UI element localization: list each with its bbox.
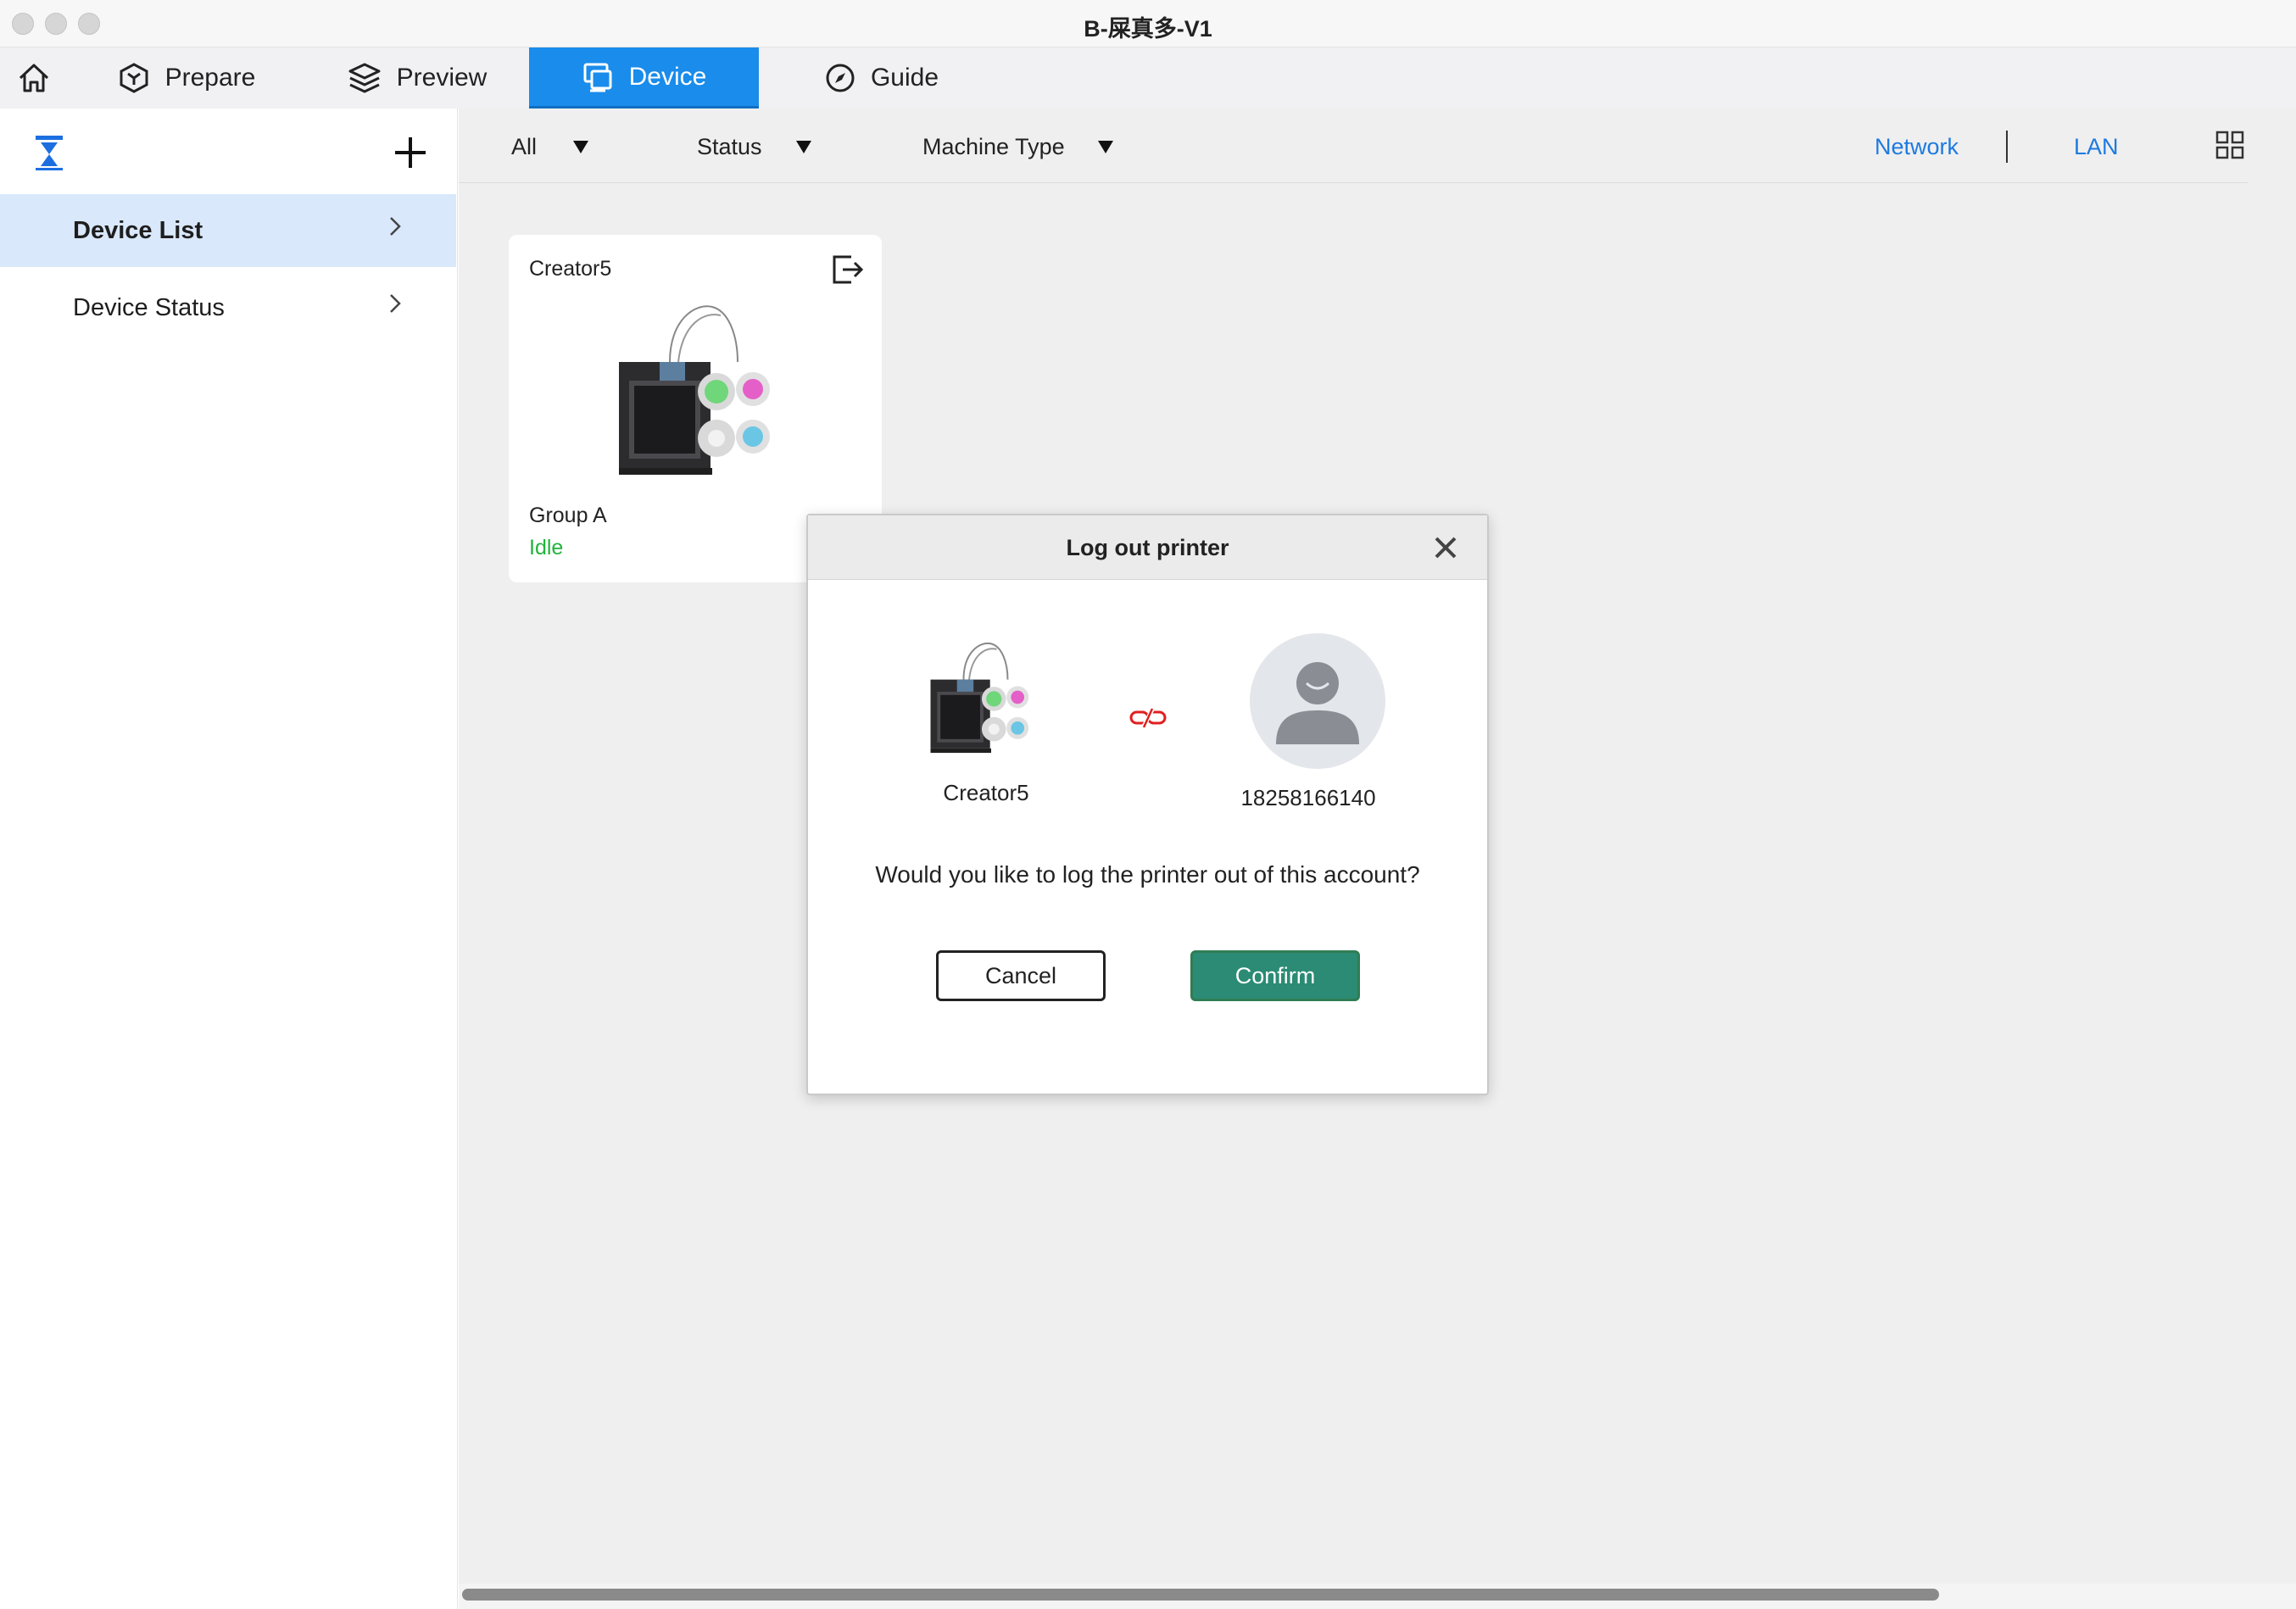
filter-all-dropdown[interactable]: All <box>511 134 588 160</box>
grid-view-icon[interactable] <box>2215 131 2244 159</box>
logout-printer-dialog: Log out printer Creator5 18258166140 Wou… <box>806 514 1489 1095</box>
sidebar: Device List Device Status <box>0 109 458 1609</box>
close-icon[interactable] <box>1432 534 1459 561</box>
dialog-question: Would you like to log the printer out of… <box>875 861 1420 888</box>
chevron-right-icon <box>390 294 401 313</box>
printer-logo-icon[interactable] <box>34 134 64 171</box>
horizontal-scrollbar[interactable] <box>462 1589 1939 1601</box>
caret-down-icon <box>573 141 588 153</box>
title-bar: B-屎真多-V1 <box>0 0 2296 47</box>
dialog-printer-name: Creator5 <box>943 780 1029 805</box>
sidebar-item-label: Device Status <box>73 293 225 321</box>
filter-machine-type-dropdown[interactable]: Machine Type <box>922 134 1113 160</box>
network-lan-divider <box>2006 131 2008 163</box>
home-icon <box>19 64 49 92</box>
device-icon <box>583 63 612 92</box>
logout-icon[interactable] <box>829 252 865 287</box>
sidebar-item-device-status[interactable]: Device Status <box>0 271 456 344</box>
device-card-status: Idle <box>529 536 564 560</box>
filter-all-label: All <box>511 134 538 159</box>
tab-bar: Prepare Preview Device Guide <box>0 47 2296 109</box>
add-device-icon[interactable] <box>392 134 429 171</box>
dialog-header: Log out printer <box>808 515 1487 580</box>
filter-status-label: Status <box>697 134 762 159</box>
sidebar-item-device-list[interactable]: Device List <box>0 194 456 267</box>
filter-machine-type-label: Machine Type <box>922 134 1065 159</box>
printer-image <box>930 642 1029 754</box>
dialog-account-id: 18258166140 <box>1240 785 1376 810</box>
unlink-icon <box>1129 706 1167 730</box>
caret-down-icon <box>1098 141 1113 153</box>
tab-device-label: Device <box>628 62 707 91</box>
caret-down-icon <box>796 141 811 153</box>
layers-icon <box>348 63 381 93</box>
prepare-icon <box>120 63 148 93</box>
tab-device[interactable]: Device <box>529 47 759 109</box>
compass-icon <box>826 64 855 92</box>
confirm-button[interactable]: Confirm <box>1190 950 1360 1001</box>
window-title: B-屎真多-V1 <box>1084 16 1212 42</box>
tab-guide-label: Guide <box>870 64 939 92</box>
tab-prepare-label: Prepare <box>164 64 256 92</box>
tab-home[interactable] <box>0 47 68 109</box>
network-link[interactable]: Network <box>1875 134 1959 160</box>
filter-status-dropdown[interactable]: Status <box>697 134 811 160</box>
tab-prepare[interactable]: Prepare <box>102 47 271 109</box>
printer-image <box>619 305 770 475</box>
chevron-right-icon <box>390 217 401 236</box>
lan-link[interactable]: LAN <box>2074 134 2119 160</box>
tab-preview[interactable]: Preview <box>332 47 502 109</box>
device-card-name: Creator5 <box>529 257 612 281</box>
dialog-title: Log out printer <box>1066 535 1229 560</box>
tab-preview-label: Preview <box>396 64 488 92</box>
cancel-button[interactable]: Cancel <box>936 950 1106 1001</box>
sidebar-item-label: Device List <box>73 216 203 244</box>
filter-divider <box>459 182 2248 183</box>
tab-guide[interactable]: Guide <box>805 47 958 109</box>
device-card-group: Group A <box>529 504 607 527</box>
user-avatar-icon <box>1250 633 1385 769</box>
